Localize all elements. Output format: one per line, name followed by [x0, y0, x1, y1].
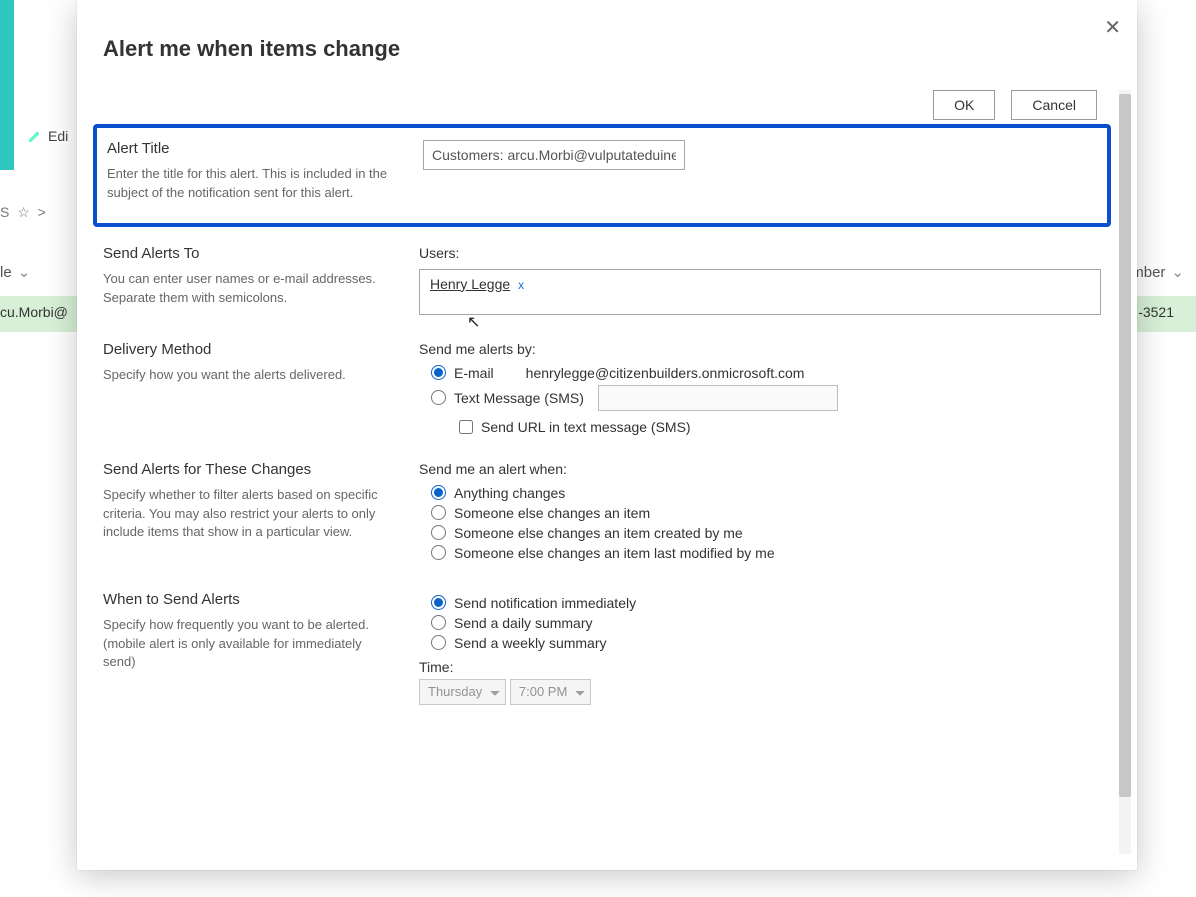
section-delivery: Delivery Method Specify how you want the…: [103, 341, 1103, 435]
section-title: Send Alerts for These Changes: [103, 461, 395, 478]
delivery-email-radio[interactable]: [431, 365, 446, 380]
delivery-sms-radio[interactable]: [431, 390, 446, 405]
time-label: Time:: [419, 659, 1103, 675]
email-address: henrylegge@citizenbuilders.onmicrosoft.c…: [526, 365, 805, 381]
change-opt-2[interactable]: Someone else changes an item created by …: [431, 525, 1103, 541]
cursor-icon: ↖: [467, 312, 480, 332]
when-radio-0[interactable]: [431, 595, 446, 610]
modal-title: Alert me when items change: [103, 36, 1101, 62]
hour-select[interactable]: 7:00 PM: [510, 679, 591, 705]
section-title: Alert Title: [107, 140, 399, 157]
change-opt-0[interactable]: Anything changes: [431, 485, 1103, 501]
sms-radio-label: Text Message (SMS): [454, 390, 584, 406]
change-radio-3[interactable]: [431, 545, 446, 560]
section-alert-title: Alert Title Enter the title for this ale…: [93, 124, 1111, 227]
day-select[interactable]: Thursday: [419, 679, 506, 705]
modal-overlay: ✕ Alert me when items change OK Cancel A…: [0, 0, 1196, 897]
when-opt-2[interactable]: Send a weekly summary: [431, 635, 1103, 651]
email-radio-label: E-mail: [454, 365, 494, 381]
change-radio-2[interactable]: [431, 525, 446, 540]
section-desc: Specify how frequently you want to be al…: [103, 616, 395, 673]
sms-number-input[interactable]: [598, 385, 838, 411]
section-desc: Specify how you want the alerts delivere…: [103, 366, 395, 385]
when-radio-1[interactable]: [431, 615, 446, 630]
users-label: Users:: [419, 245, 1103, 261]
when-radio-2[interactable]: [431, 635, 446, 650]
section-desc: Enter the title for this alert. This is …: [107, 165, 399, 203]
close-icon[interactable]: ✕: [1104, 18, 1121, 38]
sms-url-label: Send URL in text message (SMS): [481, 419, 691, 435]
modal-body: OK Cancel Alert Title Enter the title fo…: [77, 90, 1119, 852]
change-radio-1[interactable]: [431, 505, 446, 520]
delivery-label: Send me alerts by:: [419, 341, 1103, 357]
change-opt-3[interactable]: Someone else changes an item last modifi…: [431, 545, 1103, 561]
when-opt-1[interactable]: Send a daily summary: [431, 615, 1103, 631]
section-when: When to Send Alerts Specify how frequent…: [103, 591, 1103, 705]
section-desc: Specify whether to filter alerts based o…: [103, 486, 395, 543]
section-desc: You can enter user names or e-mail addre…: [103, 270, 395, 308]
time-row: Time: Thursday 7:00 PM: [419, 659, 1103, 705]
changes-label: Send me an alert when:: [419, 461, 1103, 477]
scrollbar[interactable]: [1119, 90, 1131, 854]
section-send-to: Send Alerts To You can enter user names …: [103, 245, 1103, 315]
section-title: Delivery Method: [103, 341, 395, 358]
when-opt-0[interactable]: Send notification immediately: [431, 595, 1103, 611]
ok-button[interactable]: OK: [933, 90, 995, 120]
scrollbar-thumb[interactable]: [1119, 94, 1131, 797]
alert-title-input[interactable]: [423, 140, 685, 170]
sms-url-row[interactable]: Send URL in text message (SMS): [459, 419, 1103, 435]
change-opt-1[interactable]: Someone else changes an item: [431, 505, 1103, 521]
section-title: Send Alerts To: [103, 245, 395, 262]
section-changes: Send Alerts for These Changes Specify wh…: [103, 461, 1103, 565]
delivery-sms-row[interactable]: Text Message (SMS): [431, 385, 1103, 411]
section-title: When to Send Alerts: [103, 591, 395, 608]
remove-chip-icon[interactable]: x: [518, 278, 524, 292]
top-button-row: OK Cancel: [103, 90, 1103, 120]
sms-url-checkbox[interactable]: [459, 420, 473, 434]
cancel-button[interactable]: Cancel: [1011, 90, 1097, 120]
delivery-email-row[interactable]: E-mail henrylegge@citizenbuilders.onmicr…: [431, 365, 1103, 381]
users-input[interactable]: Henry Legge x: [419, 269, 1101, 315]
change-radio-0[interactable]: [431, 485, 446, 500]
alert-modal: ✕ Alert me when items change OK Cancel A…: [77, 0, 1137, 870]
user-chip[interactable]: Henry Legge: [430, 276, 510, 292]
